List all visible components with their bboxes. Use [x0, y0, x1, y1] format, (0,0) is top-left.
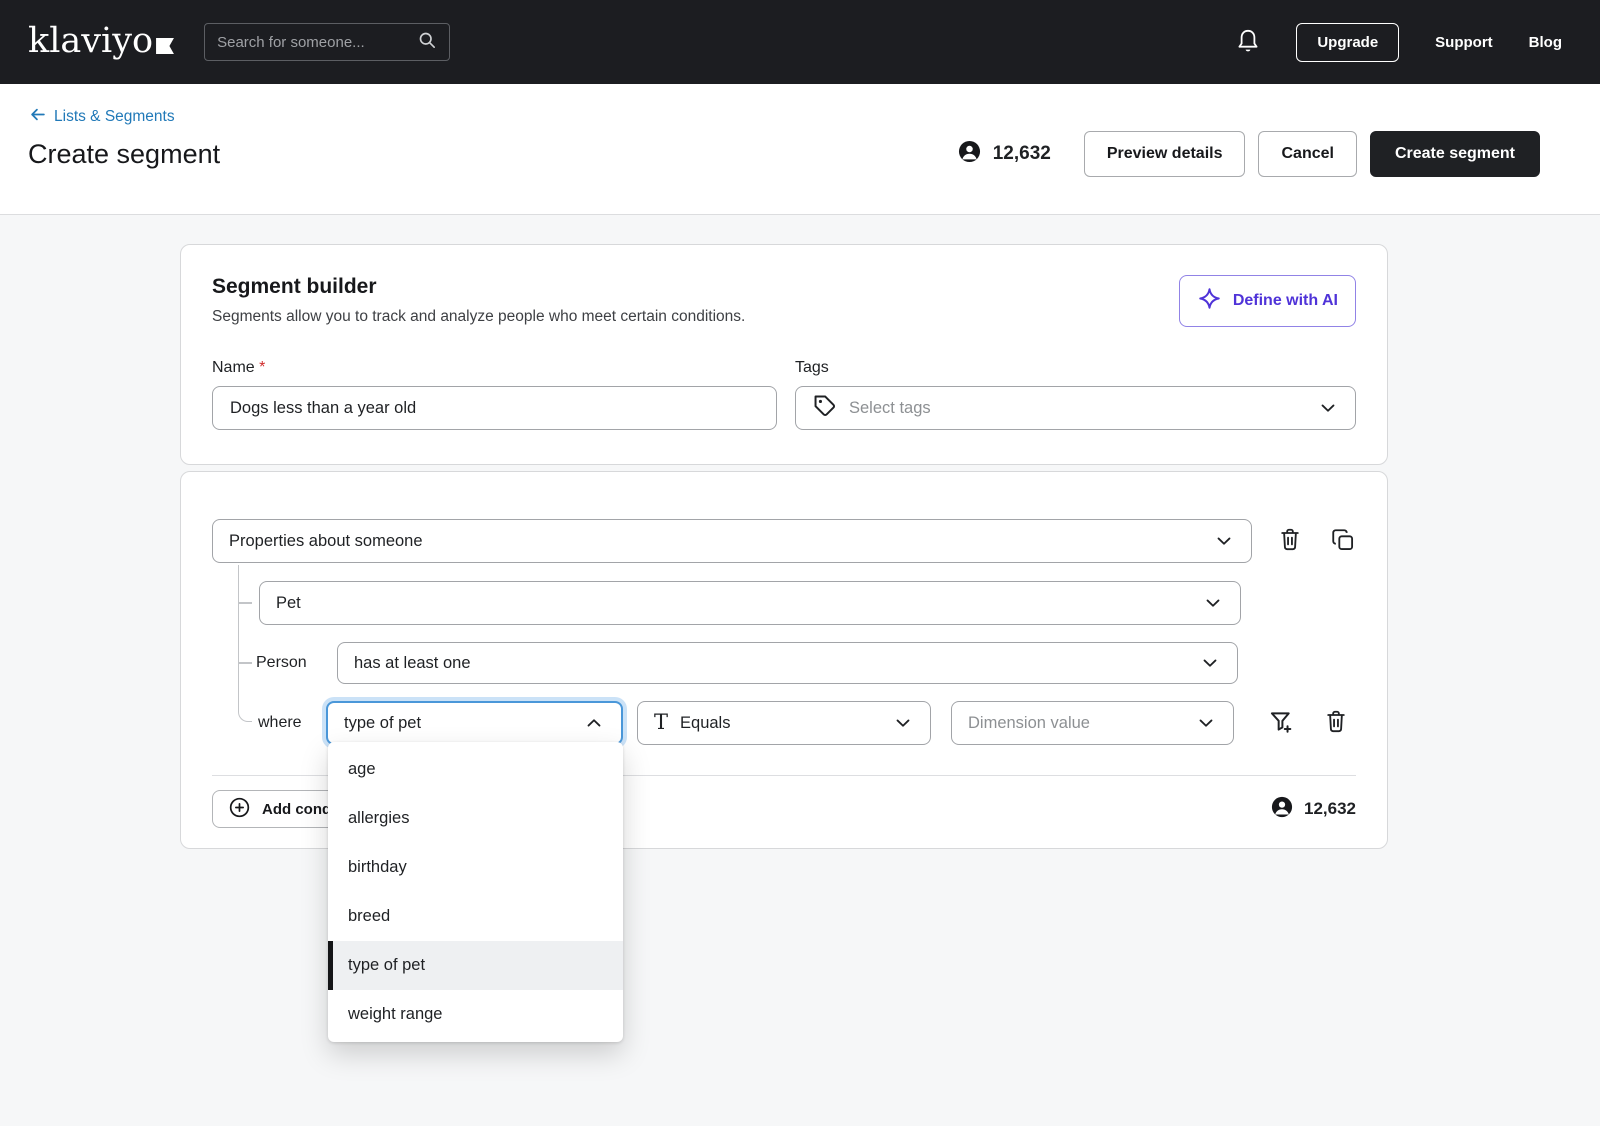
klaviyo-flag-icon	[156, 26, 174, 61]
tags-select[interactable]: Select tags	[795, 386, 1356, 430]
comparator-value: Equals	[680, 714, 730, 733]
tags-label: Tags	[795, 359, 1356, 377]
segment-builder-title: Segment builder	[212, 275, 745, 299]
define-with-ai-label: Define with AI	[1233, 292, 1338, 310]
segment-profile-count: 12,632	[958, 140, 1051, 169]
condition-profile-count: 12,632	[1271, 796, 1356, 823]
page-header-left: Lists & Segments Create segment	[28, 106, 220, 214]
condition-category-select[interactable]: Properties about someone	[212, 519, 1252, 563]
condition-tree: Pet Person has at least one where	[212, 581, 1356, 745]
name-label: Name *	[212, 359, 777, 377]
cancel-button[interactable]: Cancel	[1258, 131, 1356, 177]
sparkle-icon	[1197, 286, 1222, 316]
tree-tick	[238, 662, 252, 664]
page-title: Create segment	[28, 139, 220, 170]
dimension-value-select[interactable]: Dimension value	[951, 701, 1234, 745]
property-group-value: Pet	[276, 594, 301, 613]
where-label: where	[258, 714, 310, 732]
chevron-down-icon	[1213, 530, 1235, 552]
upgrade-button[interactable]: Upgrade	[1296, 23, 1399, 62]
dropdown-option-type-of-pet[interactable]: type of pet	[328, 941, 623, 990]
chevron-down-icon	[1199, 652, 1221, 674]
funnel-plus-icon	[1267, 708, 1295, 739]
chevron-down-icon	[1317, 397, 1339, 419]
segment-builder-subtitle: Segments allow you to track and analyze …	[212, 308, 745, 326]
tree-tick	[238, 602, 252, 604]
plus-circle-icon	[228, 796, 251, 823]
define-with-ai-button[interactable]: Define with AI	[1179, 275, 1356, 327]
person-label: Person	[256, 654, 318, 672]
segment-builder-heading: Segment builder Segments allow you to tr…	[212, 275, 745, 326]
chevron-up-icon	[583, 712, 605, 734]
condition-profile-count-value: 12,632	[1304, 799, 1356, 819]
field-dropdown-menu: age allergies birthday breed type of pet…	[328, 742, 623, 1042]
person-icon	[1271, 796, 1293, 823]
person-icon	[958, 140, 981, 169]
condition-card: Properties about someone	[180, 471, 1388, 849]
tags-placeholder: Select tags	[849, 399, 931, 418]
profile-count-value: 12,632	[993, 143, 1051, 165]
add-filter-button[interactable]	[1267, 708, 1295, 739]
search-input[interactable]	[217, 34, 417, 51]
tags-field-group: Tags Select tags	[795, 359, 1356, 430]
trash-icon	[1323, 708, 1349, 738]
tree-rail	[238, 565, 252, 722]
search-icon	[417, 30, 437, 55]
comparator-select[interactable]: T Equals	[637, 701, 931, 745]
breadcrumb-label: Lists & Segments	[54, 108, 175, 126]
segment-name-input[interactable]	[212, 386, 777, 430]
copy-icon	[1330, 527, 1356, 556]
property-group-select[interactable]: Pet	[259, 581, 1241, 625]
segment-builder-card: Segment builder Segments allow you to tr…	[180, 244, 1388, 465]
dropdown-option-birthday[interactable]: birthday	[328, 843, 623, 892]
top-navbar: klaviyo Upgrade Support Blog	[0, 0, 1600, 84]
blog-link[interactable]: Blog	[1529, 34, 1562, 51]
arrow-left-icon	[28, 106, 47, 128]
text-type-icon: T	[654, 712, 668, 733]
quantifier-value: has at least one	[354, 654, 471, 673]
dimension-value-placeholder: Dimension value	[968, 714, 1090, 733]
breadcrumb[interactable]: Lists & Segments	[28, 106, 220, 128]
chevron-down-icon	[892, 712, 914, 734]
dropdown-option-breed[interactable]: breed	[328, 892, 623, 941]
person-search	[204, 23, 450, 61]
dimension-field-value: type of pet	[344, 714, 421, 733]
dropdown-option-allergies[interactable]: allergies	[328, 794, 623, 843]
dropdown-option-age[interactable]: age	[328, 745, 623, 794]
chevron-down-icon	[1202, 592, 1224, 614]
delete-filter-row-button[interactable]	[1323, 708, 1349, 738]
duplicate-condition-button[interactable]	[1330, 527, 1356, 556]
required-asterisk: *	[259, 359, 265, 376]
notifications-button[interactable]	[1236, 28, 1260, 57]
klaviyo-logo[interactable]: klaviyo	[28, 24, 174, 61]
main-content: Segment builder Segments allow you to tr…	[0, 215, 1600, 849]
create-segment-button[interactable]: Create segment	[1370, 131, 1540, 177]
dimension-field-select[interactable]: type of pet	[326, 701, 623, 745]
condition-category-value: Properties about someone	[229, 532, 423, 551]
support-link[interactable]: Support	[1435, 34, 1493, 51]
page-header: Lists & Segments Create segment 12,632 P…	[0, 84, 1600, 215]
bell-icon	[1236, 28, 1260, 57]
quantifier-select[interactable]: has at least one	[337, 642, 1238, 684]
navbar-actions: Upgrade Support Blog	[1236, 23, 1562, 62]
trash-icon	[1277, 526, 1303, 556]
dropdown-option-weight-range[interactable]: weight range	[328, 990, 623, 1039]
preview-details-button[interactable]: Preview details	[1084, 131, 1246, 177]
tag-icon	[812, 393, 837, 423]
delete-condition-button[interactable]	[1277, 526, 1303, 556]
page-header-actions: 12,632 Preview details Cancel Create seg…	[958, 106, 1540, 202]
chevron-down-icon	[1195, 712, 1217, 734]
logo-text: klaviyo	[28, 24, 153, 59]
name-field-group: Name *	[212, 359, 777, 430]
